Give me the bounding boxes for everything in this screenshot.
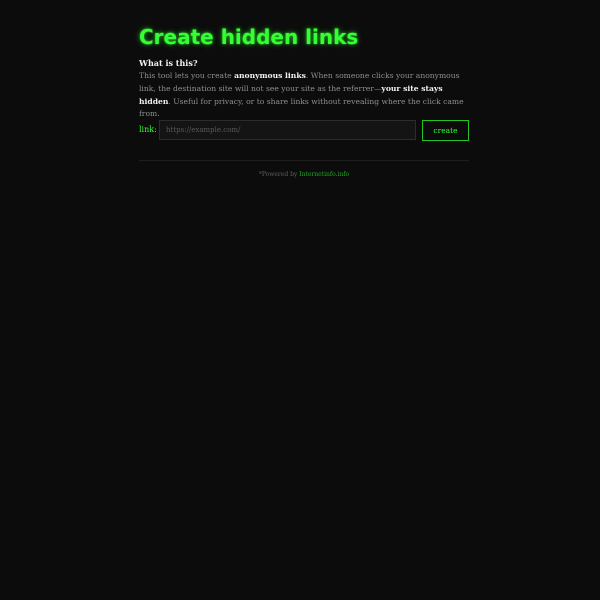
link-input[interactable]	[159, 120, 416, 140]
about-text-part: . Useful for privacy, or to share links …	[139, 96, 464, 119]
footer: *Powered by Internetinfo.info	[139, 170, 469, 180]
link-form: link: create	[139, 120, 469, 141]
footer-prefix: *Powered by	[258, 171, 300, 178]
page-title: Create hidden links	[139, 25, 359, 49]
about-text-part: This tool lets you create	[139, 71, 235, 80]
link-label: link:	[139, 125, 157, 134]
footer-link[interactable]: Internetinfo.info	[299, 171, 349, 178]
about-heading: What is this?	[139, 58, 198, 68]
create-button[interactable]: create	[422, 120, 469, 141]
about-bold-anonymous-links: anonymous links	[234, 71, 306, 80]
about-description: This tool lets you create anonymous link…	[139, 70, 469, 121]
divider	[139, 160, 469, 161]
